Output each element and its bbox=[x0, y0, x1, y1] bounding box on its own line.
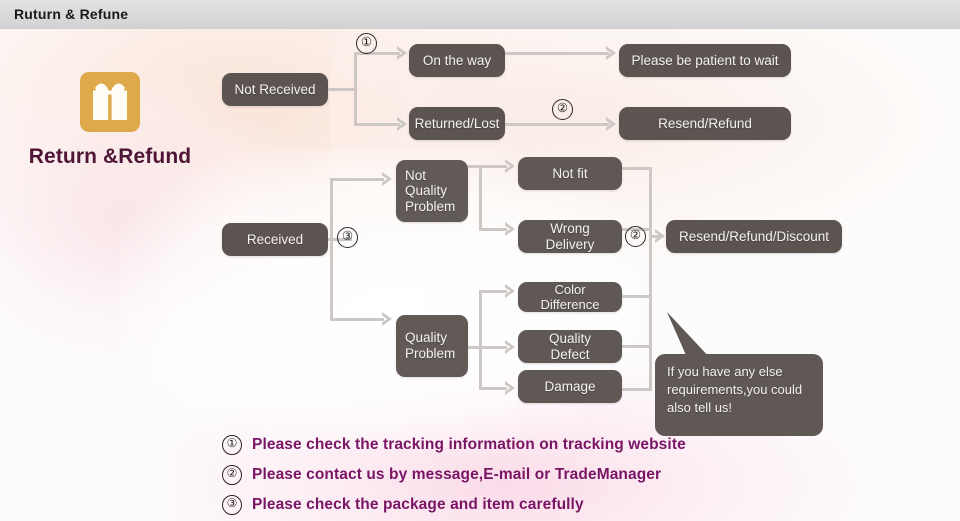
marker-circle-1-top: ① bbox=[356, 33, 377, 54]
legend-item: ③ Please check the package and item care… bbox=[222, 490, 842, 520]
node-label: Resend/Refund/Discount bbox=[678, 228, 830, 244]
node-not-fit[interactable]: Not fit bbox=[518, 157, 622, 190]
node-not-received[interactable]: Not Received bbox=[222, 73, 328, 106]
connector-to-quality bbox=[330, 318, 384, 321]
node-on-the-way[interactable]: On the way bbox=[409, 44, 505, 77]
arrow-head-wrong-delivery bbox=[504, 221, 517, 237]
connector-to-not-fit bbox=[479, 165, 507, 168]
node-label: Wrong Delivery bbox=[545, 220, 595, 252]
legend-item: ② Please contact us by message,E-mail or… bbox=[222, 460, 842, 490]
node-not-quality-problem[interactable]: Not Quality Problem bbox=[396, 160, 468, 222]
arrow-head-please-wait bbox=[605, 45, 618, 61]
speech-bubble-text: If you have any else requirements,you co… bbox=[667, 364, 803, 415]
arrow-head-quality-problem bbox=[381, 311, 394, 327]
arrow-head-resend-refund bbox=[605, 116, 618, 132]
connector-returned-to-resend bbox=[505, 123, 609, 126]
node-received[interactable]: Received bbox=[222, 223, 328, 256]
connector-on-the-way-to-wait bbox=[505, 52, 609, 55]
connector-nqp-split bbox=[479, 165, 482, 231]
legend-label: Please contact us by message,E-mail or T… bbox=[252, 466, 662, 483]
node-label: Quality Problem bbox=[405, 330, 456, 361]
marker-circle-3-mid: ③ bbox=[337, 227, 358, 248]
node-label: Returned/Lost bbox=[414, 115, 500, 131]
connector-not-received-split bbox=[354, 52, 357, 126]
connector-rail-quality-defect bbox=[622, 345, 652, 348]
connector-rail-not-fit bbox=[622, 167, 652, 170]
node-label: On the way bbox=[422, 52, 492, 68]
legend-label: Please check the tracking information on… bbox=[252, 436, 686, 453]
node-label: Not fit bbox=[552, 165, 588, 181]
arrow-head-damage bbox=[504, 380, 517, 396]
node-label: Please be patient to wait bbox=[631, 52, 779, 68]
node-label: Resend/Refund bbox=[658, 115, 752, 131]
infographic-canvas: Return &Refund Not Received ① On the way bbox=[0, 29, 960, 521]
gift-box-icon bbox=[79, 71, 141, 133]
connector-to-wrong-delivery bbox=[479, 228, 507, 231]
connector-to-quality-defect bbox=[479, 346, 507, 349]
node-resend-refund-discount[interactable]: Resend/Refund/Discount bbox=[666, 220, 842, 253]
connector-to-returned-lost bbox=[354, 123, 400, 126]
node-label: Quality Defect bbox=[548, 330, 592, 362]
node-quality-defect[interactable]: Quality Defect bbox=[518, 330, 622, 363]
legend-number: ③ bbox=[222, 495, 242, 515]
connector-to-color-difference bbox=[479, 290, 507, 293]
page-title: Ruturn & Refune bbox=[14, 6, 129, 22]
node-returned-lost[interactable]: Returned/Lost bbox=[409, 107, 505, 140]
logo-label: Return &Refund bbox=[28, 145, 192, 168]
node-quality-problem[interactable]: Quality Problem bbox=[396, 315, 468, 377]
arrow-head-quality-defect bbox=[504, 339, 517, 355]
arrow-head-not-fit bbox=[504, 158, 517, 174]
node-color-difference[interactable]: Color Difference bbox=[518, 282, 622, 312]
marker-circle-2-mid: ② bbox=[625, 226, 646, 247]
node-damage[interactable]: Damage bbox=[518, 370, 622, 403]
legend-number: ① bbox=[222, 435, 242, 455]
node-label: Not Quality Problem bbox=[405, 167, 456, 214]
header-bar: Ruturn & Refune bbox=[0, 0, 960, 29]
arrow-head-not-quality-problem bbox=[381, 171, 394, 187]
connector-not-received-stub bbox=[328, 88, 356, 91]
connector-received-split bbox=[330, 178, 333, 321]
node-resend-refund[interactable]: Resend/Refund bbox=[619, 107, 791, 140]
node-label: Damage bbox=[544, 378, 596, 394]
legend: ① Please check the tracking information … bbox=[222, 430, 842, 520]
arrow-head-on-the-way bbox=[396, 45, 409, 61]
arrow-head-color-difference bbox=[504, 283, 517, 299]
connector-rail-color-difference bbox=[622, 295, 652, 298]
connector-to-damage bbox=[479, 387, 507, 390]
node-label: Not Received bbox=[234, 81, 316, 97]
connector-qp-split bbox=[479, 290, 482, 390]
speech-bubble: If you have any else requirements,you co… bbox=[655, 354, 823, 436]
legend-label: Please check the package and item carefu… bbox=[252, 496, 584, 513]
arrow-head-returned-lost bbox=[396, 116, 409, 132]
legend-number: ② bbox=[222, 465, 242, 485]
connector-to-not-quality bbox=[330, 178, 384, 181]
marker-circle-2-top: ② bbox=[552, 99, 573, 120]
node-wrong-delivery[interactable]: Wrong Delivery bbox=[518, 220, 622, 253]
legend-item: ① Please check the tracking information … bbox=[222, 430, 842, 460]
node-label: Color Difference bbox=[540, 281, 600, 312]
connector-rail-damage bbox=[622, 388, 652, 391]
logo-block: Return &Refund bbox=[20, 71, 200, 169]
node-please-be-patient[interactable]: Please be patient to wait bbox=[619, 44, 791, 77]
return-refund-infographic: Ruturn & Refune Return &Refund Not Recei… bbox=[0, 0, 960, 521]
node-label: Received bbox=[246, 231, 304, 247]
connector-right-collector-rail bbox=[649, 167, 652, 391]
